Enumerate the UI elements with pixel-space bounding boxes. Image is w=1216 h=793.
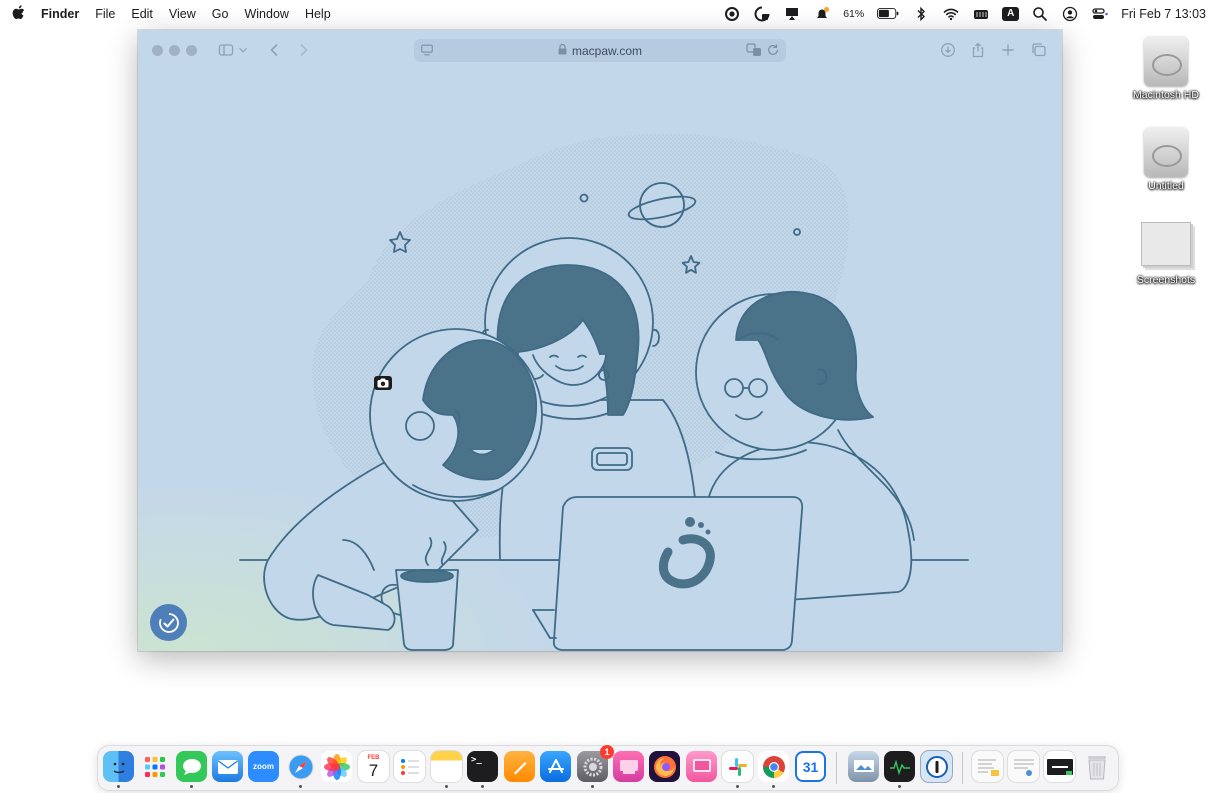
document-thumb-icon[interactable] [972, 751, 1003, 782]
safari-icon[interactable] [285, 751, 316, 782]
mail-icon[interactable] [212, 751, 243, 782]
hard-drive-icon [1144, 127, 1188, 177]
reload-icon[interactable] [766, 43, 780, 60]
settings-icon[interactable]: 1 [577, 745, 614, 782]
preview-icon[interactable] [848, 751, 879, 782]
slack-icon[interactable] [722, 751, 753, 782]
running-indicator [481, 785, 484, 788]
menu-bar: Finder File Edit View Go Window Help 61% [0, 0, 1216, 27]
notes-icon[interactable] [431, 751, 462, 782]
forward-button-icon[interactable] [292, 40, 314, 60]
menu-window[interactable]: Window [244, 7, 288, 21]
running-indicator [117, 785, 120, 788]
desktop-icon-label: Screenshots [1136, 274, 1196, 286]
close-window-button[interactable] [152, 45, 163, 56]
bluetooth-icon[interactable] [912, 5, 930, 23]
display-sync-icon[interactable] [783, 5, 801, 23]
menu-file[interactable]: File [95, 7, 115, 21]
translate-icon[interactable] [746, 43, 762, 60]
desktop-icon-label: Untitled [1148, 180, 1184, 192]
battery-percent: 61% [843, 7, 865, 20]
dock-separator [962, 752, 963, 784]
chrome-icon[interactable] [758, 751, 789, 782]
share-icon[interactable] [967, 40, 989, 60]
launchpad-icon[interactable] [139, 751, 170, 782]
new-tab-icon[interactable] [997, 40, 1019, 60]
firefox-icon[interactable] [649, 751, 680, 782]
menu-help[interactable]: Help [305, 7, 331, 21]
camera-icon[interactable] [374, 376, 392, 390]
onepassword-icon[interactable] [921, 751, 952, 782]
calendar-day: 7 [368, 760, 379, 780]
desktop-icon-screenshots[interactable]: Screenshots [1118, 222, 1214, 286]
address-url[interactable]: macpaw.com [572, 44, 642, 58]
running-indicator [772, 785, 775, 788]
control-center-icon[interactable] [1091, 5, 1109, 23]
terminal-icon[interactable]: >_ [467, 751, 498, 782]
messages-icon[interactable] [176, 751, 207, 782]
folder-icon [1141, 222, 1191, 266]
cleanmymac-menu-icon[interactable] [753, 5, 771, 23]
keyboard-brightness-icon[interactable] [972, 5, 990, 23]
sidebar-toggle-icon[interactable] [215, 40, 237, 60]
pages-icon[interactable] [504, 751, 535, 782]
hard-drive-icon [1144, 36, 1188, 86]
zoom-window-button[interactable] [186, 45, 197, 56]
dock-separator [836, 752, 837, 784]
dock: zoom FEB 7 >_ 1 31 [97, 745, 1119, 791]
user-account-icon[interactable] [1061, 5, 1079, 23]
running-indicator [591, 785, 594, 788]
calendar-31-icon[interactable]: 31 [795, 751, 826, 782]
verified-badge-icon[interactable] [150, 604, 187, 641]
zoom-icon[interactable]: zoom [248, 751, 279, 782]
cleanmymac-icon[interactable] [613, 751, 644, 782]
running-indicator [445, 785, 448, 788]
safari-window: macpaw.com [138, 30, 1062, 651]
trash-icon[interactable] [1081, 751, 1112, 782]
notification-badge: 1 [600, 745, 614, 759]
desktop-icon-label: Macintosh HD [1133, 89, 1199, 101]
activity-monitor-icon[interactable] [884, 751, 915, 782]
document-thumb-icon[interactable] [1008, 751, 1039, 782]
screen-thumb-icon[interactable] [1044, 751, 1075, 782]
running-indicator [190, 785, 193, 788]
input-source-icon[interactable]: A [1002, 6, 1020, 21]
back-button-icon[interactable] [264, 40, 286, 60]
app-store-icon[interactable] [540, 751, 571, 782]
browser-toolbar: macpaw.com [138, 30, 1062, 70]
lock-icon [558, 43, 567, 58]
reminders-icon[interactable] [394, 751, 425, 782]
notification-bell-icon[interactable] [813, 5, 831, 23]
finder-icon[interactable] [103, 751, 134, 782]
calendar-icon[interactable]: FEB 7 [358, 751, 389, 782]
screen-record-icon[interactable] [723, 5, 741, 23]
web-page-content [138, 70, 1062, 651]
minimize-window-button[interactable] [169, 45, 180, 56]
desktop-icon-untitled[interactable]: Untitled [1118, 127, 1214, 192]
pink-app-icon[interactable] [686, 751, 717, 782]
spotlight-search-icon[interactable] [1031, 5, 1049, 23]
downloads-icon[interactable] [937, 40, 959, 60]
running-indicator [736, 785, 739, 788]
running-indicator [898, 785, 901, 788]
menu-go[interactable]: Go [212, 7, 229, 21]
battery-icon[interactable] [876, 5, 900, 23]
menu-edit[interactable]: Edit [131, 7, 153, 21]
menu-view[interactable]: View [169, 7, 196, 21]
apple-menu-icon[interactable] [12, 4, 25, 23]
desktop-icon-macintosh-hd[interactable]: Macintosh HD [1118, 36, 1214, 101]
photos-icon[interactable] [321, 751, 352, 782]
running-indicator [299, 785, 302, 788]
address-bar[interactable]: macpaw.com [414, 39, 786, 62]
wifi-icon[interactable] [942, 5, 960, 23]
tab-overview-icon[interactable] [1028, 40, 1050, 60]
menu-finder[interactable]: Finder [41, 7, 79, 21]
page-menu-icon[interactable] [420, 43, 434, 60]
chevron-down-icon[interactable] [236, 40, 250, 60]
menu-clock[interactable]: Fri Feb 7 13:03 [1121, 7, 1206, 21]
